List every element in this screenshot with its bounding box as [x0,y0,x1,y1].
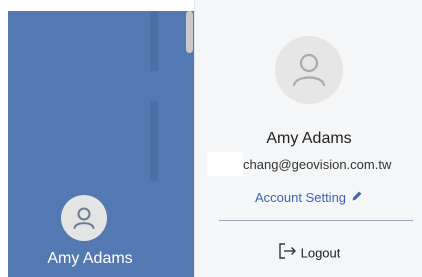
account-setting-label: Account Setting [254,190,347,205]
logout-label: Logout [300,245,341,261]
user-icon [292,53,326,87]
sidebar-shadow-strip [150,11,158,71]
sidebar-scrollbar[interactable] [186,11,193,53]
menu-divider [219,220,413,221]
profile-avatar [275,36,343,104]
account-setting-link[interactable]: Account Setting [195,190,422,205]
pencil-icon [351,190,363,205]
profile-dropdown: Amy Adams chang@geovision.com.tw Account… [194,0,422,277]
app-window: Amy Adams Amy Adams chang@geovision.com.… [0,0,422,277]
profile-user-name: Amy Adams [266,130,352,147]
redaction-box [207,152,243,176]
sidebar-user-name: Amy Adams [47,250,133,267]
logout-button[interactable]: Logout [195,242,422,263]
profile-email: chang@geovision.com.tw [243,157,392,172]
top-strip [0,0,194,11]
sidebar-avatar[interactable] [61,195,107,241]
sidebar-shadow-strip [150,101,158,181]
user-icon [73,207,95,229]
logout-icon [278,242,298,263]
sidebar: Amy Adams [8,11,194,277]
